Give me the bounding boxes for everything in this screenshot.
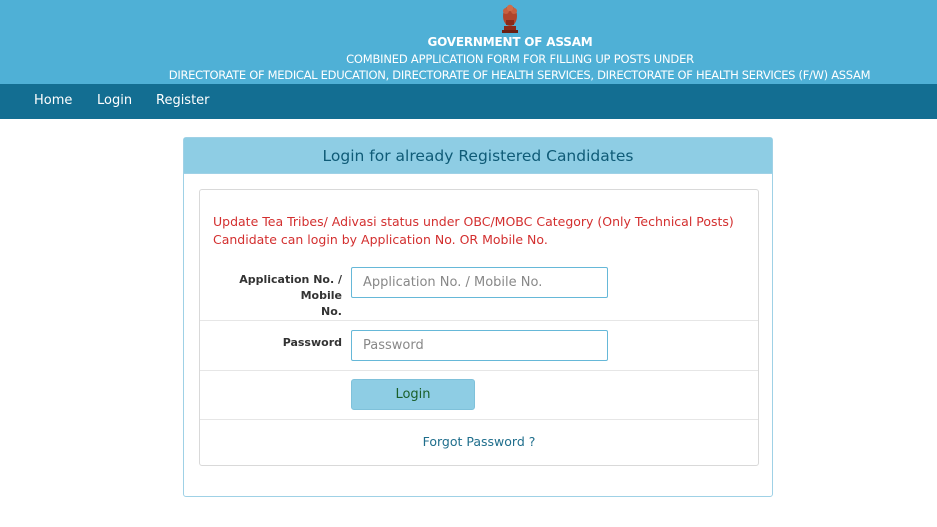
- site-header: GOVERNMENT OF ASSAM COMBINED APPLICATION…: [0, 0, 937, 84]
- notice-line-2: Candidate can login by Application No. O…: [213, 232, 548, 247]
- national-emblem-icon: [502, 4, 518, 33]
- application-label: Application No. / Mobile No.: [239, 273, 342, 318]
- password-input[interactable]: [351, 330, 608, 361]
- main-navbar: Home Login Register: [0, 84, 937, 119]
- forgot-password-link[interactable]: Forgot Password ?: [200, 434, 758, 449]
- nav-home[interactable]: Home: [34, 93, 72, 108]
- panel-title: Login for already Registered Candidates: [184, 138, 772, 174]
- nav-register[interactable]: Register: [156, 93, 210, 108]
- nav-login[interactable]: Login: [97, 93, 132, 108]
- row-divider: [200, 320, 758, 321]
- notice-text: Update Tea Tribes/ Adivasi status under …: [213, 213, 734, 249]
- row-divider: [200, 370, 758, 371]
- login-panel: Login for already Registered Candidates …: [183, 137, 773, 497]
- login-button[interactable]: Login: [351, 379, 475, 410]
- notice-line-1: Update Tea Tribes/ Adivasi status under …: [213, 214, 734, 229]
- header-subtitle-1: COMBINED APPLICATION FORM FOR FILLING UP…: [346, 52, 694, 66]
- government-title: GOVERNMENT OF ASSAM: [427, 35, 593, 49]
- row-divider: [200, 419, 758, 420]
- header-subtitle-2: DIRECTORATE OF MEDICAL EDUCATION, DIRECT…: [168, 68, 871, 82]
- password-label: Password: [282, 336, 342, 349]
- login-form: Update Tea Tribes/ Adivasi status under …: [199, 189, 759, 466]
- application-input[interactable]: [351, 267, 608, 298]
